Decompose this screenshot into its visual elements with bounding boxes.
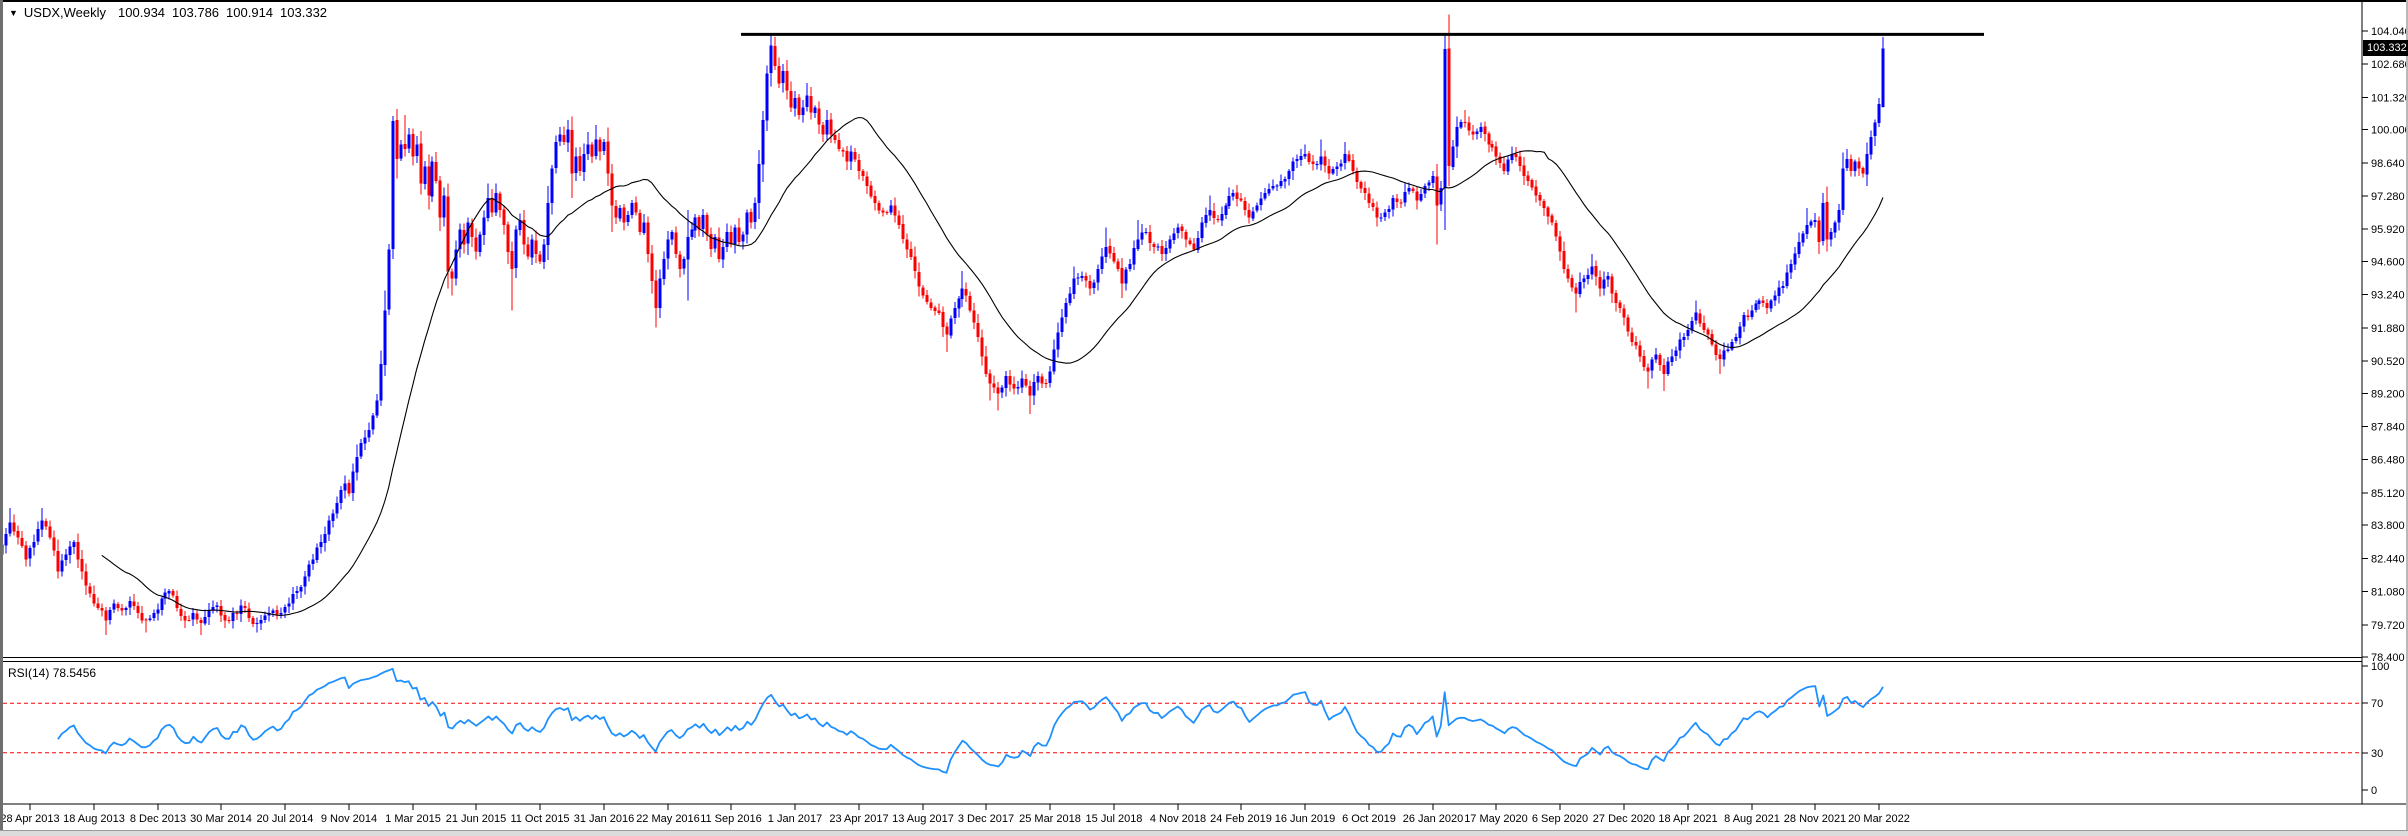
date-tick-label: 4 Nov 2018 — [1150, 813, 1206, 825]
price-tick-label: 91.880 — [2371, 323, 2405, 335]
quote-close: 103.332 — [280, 5, 327, 20]
date-tick-label: 1 Mar 2015 — [385, 813, 441, 825]
candle-series — [1, 14, 1885, 635]
price-tick-label: 104.040 — [2371, 26, 2408, 38]
moving-average-line — [102, 118, 1883, 616]
date-tick-label: 11 Sep 2016 — [700, 813, 762, 825]
symbol-timeframe-label: USDX,Weekly — [24, 5, 106, 20]
price-tick-label: 98.640 — [2371, 158, 2405, 170]
date-tick-label: 16 Jun 2019 — [1275, 813, 1336, 825]
date-tick-label: 26 Jan 2020 — [1403, 813, 1464, 825]
date-tick-label: 15 Jul 2018 — [1086, 813, 1143, 825]
date-tick-label: 20 Jul 2014 — [257, 813, 314, 825]
price-tick-label: 89.200 — [2371, 388, 2405, 400]
date-tick-label: 31 Jan 2016 — [574, 813, 635, 825]
date-tick-label: 8 Aug 2021 — [1724, 813, 1780, 825]
price-tick-label: 101.320 — [2371, 92, 2408, 104]
date-tick-label: 11 Oct 2015 — [510, 813, 569, 825]
date-tick-label: 13 Aug 2017 — [892, 813, 954, 825]
price-tick-label: 82.440 — [2371, 553, 2405, 565]
price-tick-label: 85.120 — [2371, 488, 2405, 500]
rsi-indicator-label: RSI(14) 78.5456 — [8, 666, 96, 680]
rsi-tick-label: 0 — [2371, 785, 2377, 797]
quote-high: 103.786 — [172, 5, 219, 20]
price-tick-label: 93.240 — [2371, 290, 2405, 302]
date-tick-label: 28 Apr 2013 — [0, 813, 59, 825]
window-frame-top — [0, 0, 2408, 2]
date-tick-label: 30 Mar 2014 — [190, 813, 252, 825]
date-tick-label: 28 Nov 2021 — [1784, 813, 1846, 825]
price-tick-label: 95.920 — [2371, 224, 2405, 236]
date-tick-label: 25 Mar 2018 — [1019, 813, 1081, 825]
date-tick-label: 20 Mar 2022 — [1848, 813, 1910, 825]
date-tick-label: 1 Jan 2017 — [768, 813, 822, 825]
symbol-dropdown-icon[interactable]: ▼ — [9, 8, 18, 18]
price-tick-label: 81.080 — [2371, 587, 2405, 599]
price-tick-label: 79.720 — [2371, 620, 2405, 632]
rsi-name: RSI(14) — [8, 666, 49, 680]
rsi-tick-label: 30 — [2371, 748, 2383, 760]
date-tick-label: 21 Jun 2015 — [446, 813, 507, 825]
date-tick-label: 6 Sep 2020 — [1532, 813, 1588, 825]
rsi-tick-label: 100 — [2371, 661, 2389, 673]
date-tick-label: 3 Dec 2017 — [958, 813, 1014, 825]
price-tick-label: 83.800 — [2371, 520, 2405, 532]
rsi-axis: 100 70 30 0 — [2362, 661, 2389, 797]
date-tick-label: 17 May 2020 — [1464, 813, 1528, 825]
quote-open: 100.934 — [118, 5, 165, 20]
chart-canvas[interactable]: 104.040 102.680 101.320 100.000 98.640 97.280… — [0, 0, 2408, 836]
date-tick-label: 6 Oct 2019 — [1342, 813, 1396, 825]
quote-low: 100.914 — [226, 5, 273, 20]
date-tick-label: 24 Feb 2019 — [1210, 813, 1272, 825]
rsi-value: 78.5456 — [53, 666, 96, 680]
date-tick-label: 27 Dec 2020 — [1593, 813, 1655, 825]
date-tick-label: 9 Nov 2014 — [321, 813, 377, 825]
quote-line: ▼ USDX,Weekly 100.934 103.786 100.914 103.332 — [9, 5, 334, 20]
price-axis: 104.040 102.680 101.320 100.000 98.640 97.280… — [2362, 26, 2408, 664]
price-tick-label: 86.480 — [2371, 455, 2405, 467]
date-tick-label: 18 Apr 2021 — [1658, 813, 1717, 825]
date-axis: 28 Apr 2013 18 Aug 2013 8 Dec 2013 30 Mar 2… — [0, 804, 1910, 825]
date-tick-label: 8 Dec 2013 — [130, 813, 186, 825]
window-status-strip — [0, 830, 2408, 836]
window-frame-left — [0, 0, 3, 836]
price-tick-label: 102.680 — [2371, 59, 2408, 71]
price-tick-label: 100.000 — [2371, 125, 2408, 137]
price-tick-label: 90.520 — [2371, 356, 2405, 368]
date-tick-label: 22 May 2016 — [636, 813, 700, 825]
current-price-tag: 103.332 — [2363, 40, 2408, 56]
chart-window: 104.040 102.680 101.320 100.000 98.640 97.280… — [0, 0, 2408, 836]
rsi-tick-label: 70 — [2371, 698, 2383, 710]
rsi-line — [58, 669, 1883, 773]
price-tick-label: 94.600 — [2371, 257, 2405, 269]
price-tick-label: 87.840 — [2371, 422, 2405, 434]
date-tick-label: 23 Apr 2017 — [829, 813, 888, 825]
price-tick-label: 97.280 — [2371, 191, 2405, 203]
date-tick-label: 18 Aug 2013 — [63, 813, 125, 825]
